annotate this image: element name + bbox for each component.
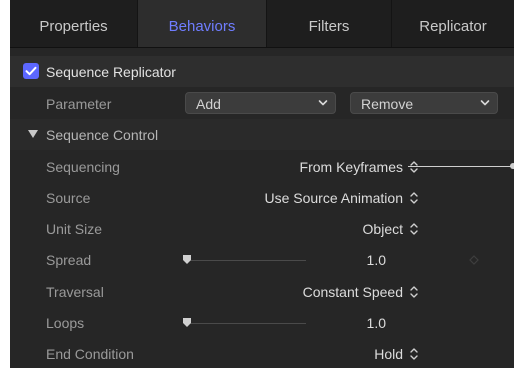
sequence-control-section-header[interactable]: Sequence Control: [10, 119, 514, 150]
loops-label: Loops: [46, 315, 85, 331]
callout-dot: [510, 163, 514, 169]
spread-slider-track[interactable]: [186, 260, 306, 261]
end-condition-popup[interactable]: Hold: [374, 346, 403, 362]
remove-parameter-dropdown[interactable]: Remove: [350, 92, 498, 114]
unit-size-row: Unit Size Object: [10, 213, 514, 244]
disclosure-triangle-icon[interactable]: [28, 130, 38, 138]
behavior-header-row: Sequence Replicator: [10, 56, 514, 87]
add-parameter-dropdown[interactable]: Add: [185, 92, 336, 114]
parameter-label: Parameter: [46, 96, 112, 112]
tab-properties[interactable]: Properties: [10, 0, 138, 47]
chevron-down-icon: [480, 100, 490, 106]
spread-row: Spread 1.0: [10, 244, 514, 275]
inspector-panel: Properties Behaviors Filters Replicator …: [10, 0, 514, 368]
parameter-row: Parameter Add Remove: [10, 88, 514, 119]
spread-value-field[interactable]: 1.0: [367, 252, 386, 268]
callout-line: [408, 166, 514, 167]
callout-pointer: [408, 163, 514, 169]
updown-chevron-icon[interactable]: [409, 347, 419, 361]
remove-dropdown-label: Remove: [361, 96, 414, 112]
add-dropdown-label: Add: [196, 96, 221, 112]
checkmark-icon: [25, 66, 37, 76]
updown-chevron-icon[interactable]: [409, 191, 419, 205]
behavior-title: Sequence Replicator: [46, 64, 176, 80]
spread-label: Spread: [46, 252, 92, 268]
chevron-down-icon: [318, 100, 328, 106]
behavior-enable-checkbox[interactable]: [23, 63, 39, 79]
sequencing-popup[interactable]: From Keyframes: [300, 159, 403, 175]
source-row: Source Use Source Animation: [10, 182, 514, 213]
spread-slider-knob[interactable]: [182, 254, 192, 265]
loops-value-field[interactable]: 1.0: [367, 315, 386, 331]
loops-row: Loops 1.0: [10, 307, 514, 338]
source-popup[interactable]: Use Source Animation: [264, 190, 403, 206]
updown-chevron-icon[interactable]: [409, 285, 419, 299]
tab-replicator[interactable]: Replicator: [392, 0, 514, 47]
section-title: Sequence Control: [46, 127, 159, 143]
tab-behaviors[interactable]: Behaviors: [138, 0, 267, 47]
inspector-tab-bar: Properties Behaviors Filters Replicator: [10, 0, 514, 48]
end-condition-label: End Condition: [46, 346, 134, 362]
updown-chevron-icon[interactable]: [409, 222, 419, 236]
sequencing-label: Sequencing: [46, 159, 120, 175]
tab-filters[interactable]: Filters: [267, 0, 392, 47]
loops-slider-track[interactable]: [186, 323, 306, 324]
unit-size-popup[interactable]: Object: [363, 221, 403, 237]
traversal-row: Traversal Constant Speed: [10, 276, 514, 307]
loops-slider-knob[interactable]: [182, 317, 192, 328]
traversal-label: Traversal: [46, 284, 104, 300]
keyframe-diamond-icon[interactable]: [469, 255, 479, 265]
source-label: Source: [46, 190, 91, 206]
end-condition-row: End Condition Hold: [10, 338, 514, 368]
traversal-popup[interactable]: Constant Speed: [303, 284, 403, 300]
unit-size-label: Unit Size: [46, 221, 103, 237]
